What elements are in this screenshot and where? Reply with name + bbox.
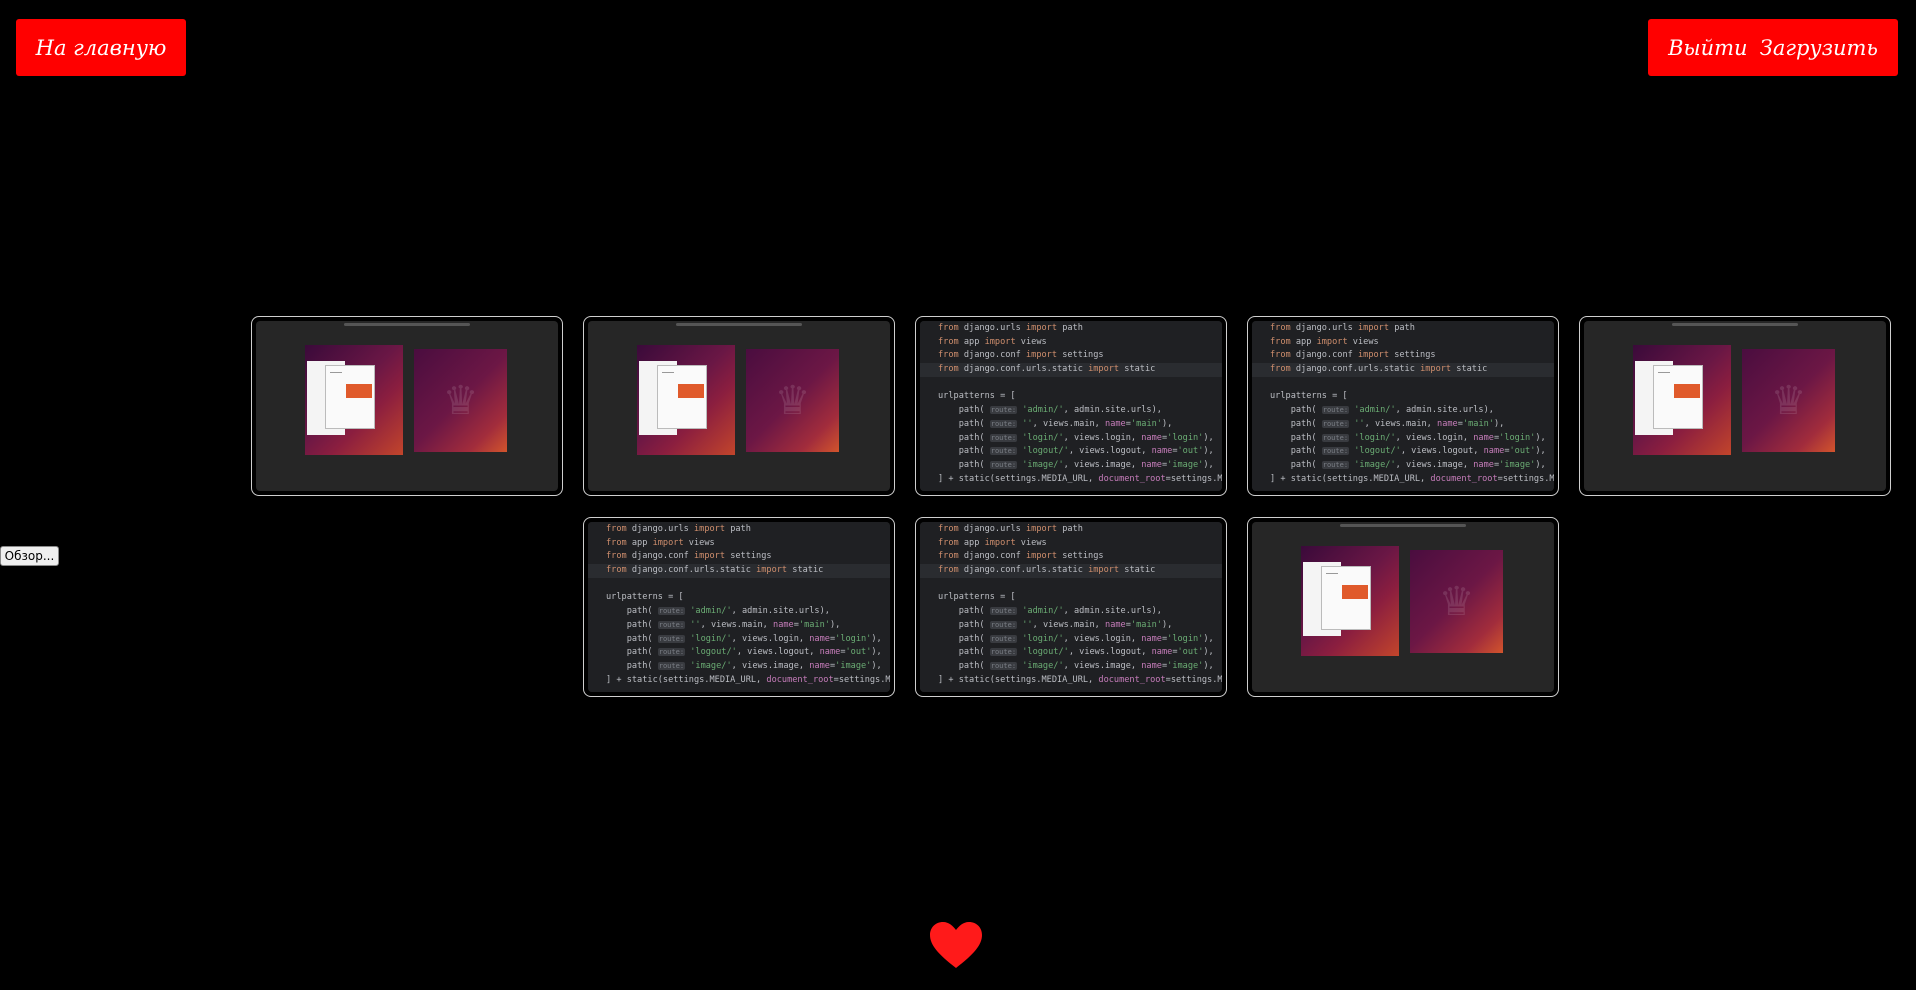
screenshot-thumbnail: ♛ bbox=[1252, 522, 1554, 692]
code-line: from django.conf import settings bbox=[1270, 350, 1436, 361]
code-line: path( route: '', views.main, name='main'… bbox=[606, 619, 841, 630]
screenshot-thumbnail: ♛ bbox=[1584, 321, 1886, 491]
code-line: ] + static(settings.MEDIA_URL, document_… bbox=[938, 674, 1222, 685]
wallpaper-image: ♛ bbox=[1410, 550, 1503, 653]
code-line: path( route: '', views.main, name='main'… bbox=[938, 418, 1173, 429]
code-line: path( route: 'image/', views.image, name… bbox=[606, 660, 882, 671]
code-line: path( route: 'image/', views.image, name… bbox=[938, 459, 1214, 470]
code-line: from django.conf.urls.static import stat… bbox=[1252, 363, 1554, 377]
code-line: path( route: 'admin/', admin.site.urls), bbox=[1270, 405, 1494, 416]
heart-icon[interactable] bbox=[928, 920, 984, 970]
code-line: path( route: 'login/', views.login, name… bbox=[938, 633, 1214, 644]
code-line: urlpatterns = [ bbox=[606, 592, 684, 603]
code-line: path( route: '', views.main, name='main'… bbox=[938, 619, 1173, 630]
crown-icon: ♛ bbox=[1770, 377, 1807, 424]
window-bar bbox=[1340, 524, 1466, 527]
code-line: from app import views bbox=[1270, 336, 1379, 347]
code-line: ] + static(settings.MEDIA_URL, document_… bbox=[938, 473, 1222, 484]
code-line: from django.conf.urls.static import stat… bbox=[920, 564, 1222, 578]
wallpaper-with-windows bbox=[637, 345, 735, 455]
code-line: path( route: 'admin/', admin.site.urls), bbox=[606, 606, 830, 617]
logout-button[interactable]: Выйти bbox=[1668, 36, 1748, 60]
gallery-item[interactable]: from django.urls import path from app imp… bbox=[1247, 316, 1559, 496]
header-actions: Выйти Загрузить bbox=[1648, 19, 1898, 76]
crown-icon: ♛ bbox=[442, 377, 479, 424]
screenshot-thumbnail: ♛ bbox=[256, 321, 558, 491]
gallery-item[interactable]: ♛ bbox=[583, 316, 895, 496]
code-line: from app import views bbox=[938, 336, 1047, 347]
code-line: path( route: '', views.main, name='main'… bbox=[1270, 418, 1505, 429]
code-line: path( route: 'admin/', admin.site.urls), bbox=[938, 405, 1162, 416]
wallpaper-with-windows bbox=[1633, 345, 1731, 455]
window-bar bbox=[676, 323, 802, 326]
code-line: path( route: 'admin/', admin.site.urls), bbox=[938, 606, 1162, 617]
code-line: from app import views bbox=[938, 537, 1047, 548]
code-line: from django.urls import path bbox=[938, 524, 1083, 534]
code-line: urlpatterns = [ bbox=[938, 391, 1016, 402]
gallery-item[interactable]: ♛ bbox=[251, 316, 563, 496]
code-line: from django.conf import settings bbox=[938, 551, 1104, 562]
crown-icon: ♛ bbox=[774, 377, 811, 424]
screenshot-thumbnail: ♛ bbox=[588, 321, 890, 491]
wallpaper-image: ♛ bbox=[1742, 349, 1835, 452]
code-snippet: from django.urls import path from app imp… bbox=[1252, 321, 1554, 491]
code-line: path( route: 'logout/', views.logout, na… bbox=[606, 647, 882, 658]
code-snippet: from django.urls import path from app imp… bbox=[588, 522, 890, 692]
code-line: ] + static(settings.MEDIA_URL, document_… bbox=[1270, 473, 1554, 484]
code-line: path( route: 'login/', views.login, name… bbox=[606, 633, 882, 644]
code-line: from app import views bbox=[606, 537, 715, 548]
code-snippet: from django.urls import path from app imp… bbox=[920, 522, 1222, 692]
code-thumbnail: from django.urls import path from app imp… bbox=[920, 321, 1222, 491]
file-browse-button[interactable]: Обзор... bbox=[0, 546, 59, 566]
code-thumbnail: from django.urls import path from app imp… bbox=[588, 522, 890, 692]
code-line: path( route: 'image/', views.image, name… bbox=[1270, 459, 1546, 470]
code-line: from django.conf.urls.static import stat… bbox=[588, 564, 890, 578]
code-line: from django.conf import settings bbox=[938, 350, 1104, 361]
code-snippet: from django.urls import path from app imp… bbox=[920, 321, 1222, 491]
wallpaper-image: ♛ bbox=[414, 349, 507, 452]
wallpaper-with-windows bbox=[305, 345, 403, 455]
code-line: urlpatterns = [ bbox=[1270, 391, 1348, 402]
code-line: path( route: 'logout/', views.logout, na… bbox=[1270, 446, 1546, 457]
code-line: ] + static(settings.MEDIA_URL, document_… bbox=[606, 674, 890, 685]
code-line: path( route: 'logout/', views.logout, na… bbox=[938, 647, 1214, 658]
code-line: from django.urls import path bbox=[938, 323, 1083, 333]
gallery-item[interactable]: from django.urls import path from app imp… bbox=[583, 517, 895, 697]
home-button[interactable]: На главную bbox=[16, 19, 186, 76]
wallpaper-with-windows bbox=[1301, 546, 1399, 656]
code-line: path( route: 'logout/', views.logout, na… bbox=[938, 446, 1214, 457]
code-line: from django.conf import settings bbox=[606, 551, 772, 562]
gallery-item[interactable]: from django.urls import path from app imp… bbox=[915, 517, 1227, 697]
code-line: path( route: 'image/', views.image, name… bbox=[938, 660, 1214, 671]
code-line: from django.conf.urls.static import stat… bbox=[920, 363, 1222, 377]
code-thumbnail: from django.urls import path from app imp… bbox=[1252, 321, 1554, 491]
gallery-item[interactable]: from django.urls import path from app imp… bbox=[915, 316, 1227, 496]
code-line: from django.urls import path bbox=[606, 524, 751, 534]
wallpaper-image: ♛ bbox=[746, 349, 839, 452]
window-bar bbox=[1672, 323, 1798, 326]
code-thumbnail: from django.urls import path from app imp… bbox=[920, 522, 1222, 692]
code-line: path( route: 'login/', views.login, name… bbox=[938, 432, 1214, 443]
gallery-item[interactable]: ♛ bbox=[1247, 517, 1559, 697]
gallery-item[interactable]: ♛ bbox=[1579, 316, 1891, 496]
window-bar bbox=[344, 323, 470, 326]
crown-icon: ♛ bbox=[1438, 578, 1475, 625]
code-line: from django.urls import path bbox=[1270, 323, 1415, 333]
code-line: path( route: 'login/', views.login, name… bbox=[1270, 432, 1546, 443]
code-line: urlpatterns = [ bbox=[938, 592, 1016, 603]
upload-button[interactable]: Загрузить bbox=[1760, 36, 1878, 60]
